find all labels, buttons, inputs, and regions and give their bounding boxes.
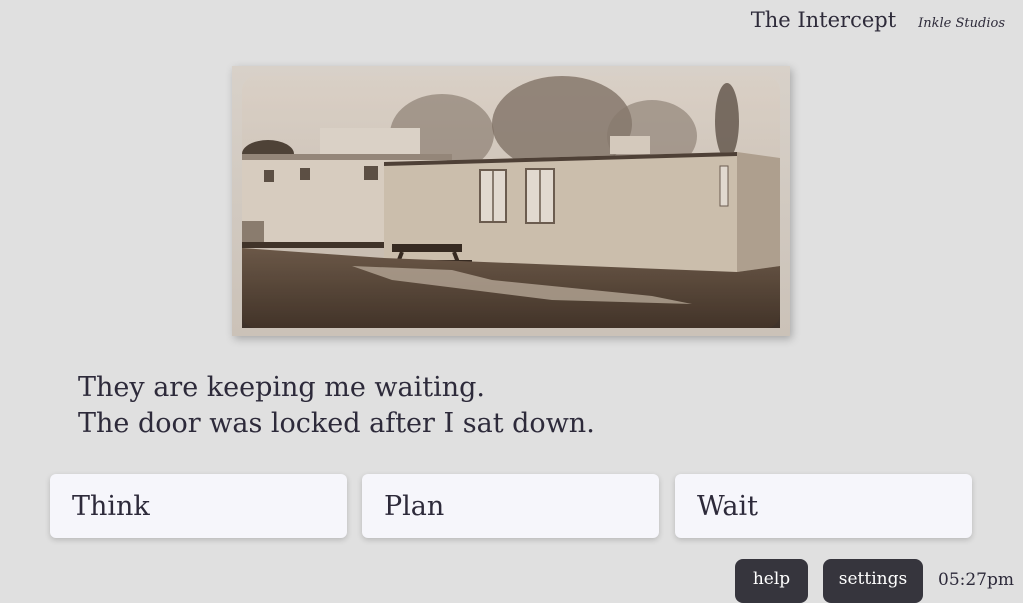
title-block: The Intercept Inkle Studios [751,8,1005,32]
game-clock: 05:27pm [938,570,1014,590]
story-line: They are keeping me waiting. [78,372,486,403]
choice-think-button[interactable]: Think [50,474,347,538]
game-title: The Intercept [750,8,897,32]
settings-button[interactable]: settings [823,559,923,603]
studio-credit: Inkle Studios [918,16,1005,31]
choice-wait-button[interactable]: Wait [675,474,972,538]
story-line: The door was locked after I sat down. [78,408,595,439]
story-illustration [232,66,790,336]
choice-plan-button[interactable]: Plan [362,474,659,538]
story-text: They are keeping me waiting. The door wa… [78,370,595,442]
help-button[interactable]: help [735,559,808,603]
building-photo [242,76,780,328]
